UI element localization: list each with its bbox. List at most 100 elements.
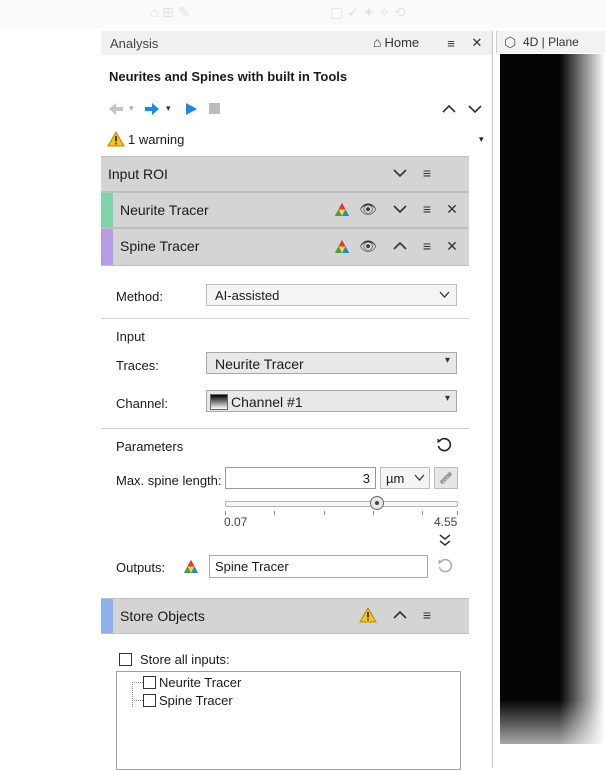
menu-icon[interactable]: ≡ (418, 200, 436, 218)
channel-label: Channel: (116, 396, 169, 411)
measure-button[interactable] (434, 467, 458, 489)
viewer-tab-label: 4D | Plane (523, 35, 579, 49)
menu-icon[interactable]: ≡ (418, 606, 436, 624)
section-header-input-roi[interactable]: Input ROI ≡ (101, 156, 469, 192)
channel-select[interactable]: Channel #1 ▾ (206, 390, 457, 412)
divider (101, 318, 469, 319)
close-icon[interactable]: ✕ (443, 237, 461, 255)
chevron-down-icon (439, 291, 450, 298)
store-item-checkbox[interactable] (143, 694, 156, 707)
outputs-name-input[interactable]: Spine Tracer (209, 555, 428, 578)
forward-arrow-icon[interactable] (143, 101, 161, 117)
chevron-down-icon[interactable] (391, 164, 409, 182)
traces-select[interactable]: Neurite Tracer ▾ (206, 352, 457, 374)
section-label: Input ROI (108, 166, 168, 182)
tree-line (132, 700, 143, 701)
home-button[interactable]: ⌂ Home (373, 34, 419, 50)
max-spine-length-label: Max. spine length: (116, 473, 222, 488)
unit-value: µm (386, 471, 405, 486)
chevron-down-icon (414, 474, 425, 481)
menu-icon[interactable]: ≡ (418, 237, 436, 255)
section-color-stripe (101, 229, 113, 265)
chevron-up-icon[interactable] (391, 606, 409, 624)
warning-dropdown-icon[interactable]: ▾ (479, 134, 484, 145)
chevron-down-icon[interactable] (391, 200, 409, 218)
menu-icon[interactable]: ≡ (418, 164, 436, 182)
viewer-tab[interactable]: ⬡ 4D | Plane (496, 31, 605, 53)
method-select[interactable]: AI-assisted (206, 284, 457, 306)
play-icon[interactable] (184, 102, 198, 116)
channel-gradient-icon (210, 394, 228, 410)
parameters-heading: Parameters (116, 439, 184, 454)
forward-dropdown-icon[interactable]: ▾ (166, 103, 171, 114)
store-item-checkbox[interactable] (143, 676, 156, 689)
dropdown-arrow-icon: ▾ (444, 355, 450, 366)
max-spine-length-slider[interactable] (225, 501, 458, 507)
outputs-label: Outputs: (116, 560, 166, 575)
slider-tick (324, 511, 325, 515)
max-spine-length-input[interactable]: 3 (225, 467, 376, 489)
viewer-shadow (560, 54, 605, 768)
eye-icon[interactable]: 👁 (359, 200, 377, 218)
section-label: Spine Tracer (120, 238, 200, 254)
slider-tick (422, 511, 423, 515)
chevron-down-icon[interactable] (468, 103, 482, 115)
section-color-stripe (101, 193, 113, 227)
color-triangle-icon[interactable] (334, 239, 350, 255)
reset-icon[interactable] (437, 558, 453, 574)
viewer-shadow-bottom (500, 700, 605, 768)
section-header-spine-tracer[interactable]: Spine Tracer 👁 ≡ ✕ (101, 228, 469, 266)
menu-icon[interactable]: ≡ (442, 34, 460, 52)
warning-text: 1 warning (128, 132, 185, 147)
dropdown-arrow-icon: ▾ (444, 393, 450, 404)
panel-titlebar: Analysis ⌂ Home ≡ ✕ (101, 31, 492, 55)
cube-icon: ⬡ (504, 34, 517, 50)
section-label: Store Objects (120, 608, 205, 624)
channel-value: Channel #1 (231, 394, 303, 410)
input-heading: Input (116, 329, 145, 344)
tree-line (132, 682, 143, 683)
slider-tick (373, 511, 374, 515)
outputs-value: Spine Tracer (215, 559, 289, 574)
chevron-up-icon[interactable] (442, 103, 456, 115)
store-all-inputs-label: Store all inputs: (140, 652, 230, 667)
warning-icon[interactable] (359, 607, 377, 623)
warning-icon (107, 131, 125, 147)
method-label: Method: (116, 289, 163, 304)
pipeline-title: Neurites and Spines with built in Tools (109, 69, 348, 84)
method-value: AI-assisted (215, 288, 280, 303)
traces-value: Neurite Tracer (215, 356, 304, 372)
section-label: Neurite Tracer (120, 202, 209, 218)
traces-label: Traces: (116, 358, 159, 373)
back-dropdown-icon[interactable]: ▾ (129, 103, 134, 114)
close-icon[interactable]: ✕ (468, 34, 486, 52)
store-objects-list[interactable]: Neurite Tracer Spine Tracer (116, 671, 461, 770)
slider-max-label: 4.55 (434, 515, 458, 529)
section-header-store-objects[interactable]: Store Objects ≡ (101, 598, 469, 634)
home-icon: ⌂ (373, 34, 382, 50)
section-header-neurite-tracer[interactable]: Neurite Tracer 👁 ≡ ✕ (101, 192, 469, 228)
stop-icon[interactable] (209, 103, 220, 114)
store-item-label: Spine Tracer (159, 693, 233, 708)
slider-min-label: 0.07 (224, 515, 248, 529)
unit-select[interactable]: µm (380, 467, 430, 489)
close-icon[interactable]: ✕ (443, 200, 461, 218)
color-triangle-icon[interactable] (334, 202, 350, 218)
max-spine-length-value: 3 (362, 471, 370, 486)
slider-tick (274, 511, 275, 515)
ruler-icon (439, 471, 453, 485)
tree-line (132, 682, 133, 707)
panel-title: Analysis (110, 36, 159, 51)
double-chevron-down-icon[interactable] (438, 533, 452, 547)
section-color-stripe (101, 599, 113, 633)
store-item-label: Neurite Tracer (159, 675, 242, 690)
divider (101, 428, 469, 429)
eye-icon[interactable]: 👁 (359, 237, 377, 255)
reset-icon[interactable] (436, 437, 452, 453)
chevron-up-icon[interactable] (391, 237, 409, 255)
store-all-inputs-checkbox[interactable] (119, 653, 132, 666)
back-arrow-icon[interactable] (107, 101, 125, 117)
home-label: Home (384, 35, 420, 50)
background-toolbar: ⌂ ⊞ ✎ ▢ ✓ ✦ ✧ ⟲ (0, 0, 605, 28)
color-triangle-icon[interactable] (183, 559, 199, 575)
